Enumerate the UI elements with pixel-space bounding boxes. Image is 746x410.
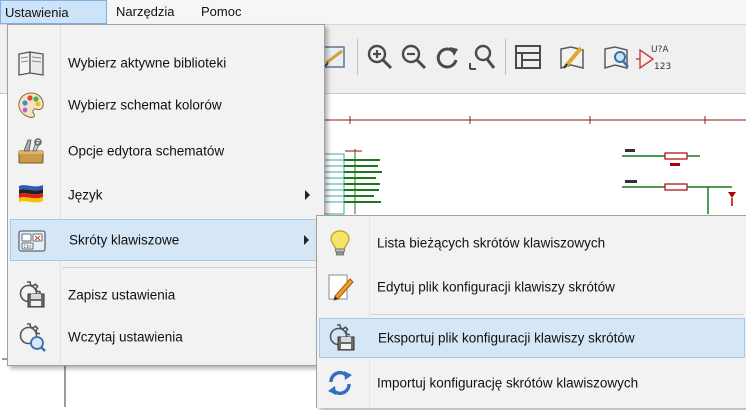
zoom-fit-icon[interactable] (466, 41, 498, 73)
menu-separator (371, 314, 743, 315)
annotate-num-label: 123 (654, 62, 671, 72)
menu-item-save-settings[interactable]: Zapisz ustawienia (10, 275, 322, 315)
import-config-icon (328, 371, 352, 395)
toolbar-separator (357, 39, 358, 75)
annotate-icon[interactable]: U?A 123 (636, 41, 676, 73)
redraw-icon[interactable] (432, 41, 464, 73)
annotate-ref-label: U?A (651, 45, 669, 55)
export-config-icon (329, 324, 355, 351)
zoom-in-icon[interactable] (364, 41, 396, 73)
submenu-arrow-icon (304, 235, 309, 245)
svg-text:Ctrl: Ctrl (24, 244, 32, 250)
menu-item-language[interactable]: Język (10, 175, 322, 215)
lightbulb-icon (330, 230, 350, 256)
menu-item-label: Wybierz aktywne biblioteki (68, 55, 227, 71)
load-settings-icon (19, 323, 46, 352)
zoom-out-icon[interactable] (398, 41, 430, 73)
menu-item-label: Eksportuj plik konfiguracji klawiszy skr… (378, 330, 635, 346)
language-flag-icon (19, 185, 43, 203)
menubar: Ustawienia Narzędzia Pomoc (0, 0, 746, 25)
schematic-chip (321, 149, 382, 215)
menu-item-label: Język (68, 187, 103, 203)
hotkeys-submenu: Lista bieżących skrótów klawiszowych Edy… (316, 215, 746, 408)
menu-item-import-hotkeys-config[interactable]: Importuj konfigurację skrótów klawiszowy… (319, 362, 745, 404)
menu-item-list-hotkeys[interactable]: Lista bieżących skrótów klawiszowych (319, 222, 745, 264)
menu-tools[interactable]: Narzędzia (110, 0, 181, 24)
menu-item-label: Edytuj plik konfiguracji klawiszy skrótó… (377, 279, 615, 295)
hotkeys-icon: Ctrl (18, 230, 46, 252)
menu-item-color-scheme[interactable]: Wybierz schemat kolorów (10, 85, 322, 125)
library-book-icon (18, 51, 44, 76)
menu-item-load-settings[interactable]: Wczytaj ustawienia (10, 317, 322, 357)
editor-options-icon (18, 138, 44, 164)
menu-item-label: Skróty klawiszowe (69, 232, 180, 248)
menu-item-editor-options[interactable]: Opcje edytora schematów (10, 131, 322, 171)
menu-item-label: Wybierz schemat kolorów (68, 97, 222, 113)
library-browser-icon[interactable] (600, 41, 632, 73)
menu-item-edit-hotkeys-config[interactable]: Edytuj plik konfiguracji klawiszy skrótó… (319, 266, 745, 308)
menu-item-label: Lista bieżących skrótów klawiszowych (377, 235, 606, 251)
menu-item-label: Importuj konfigurację skrótów klawiszowy… (377, 375, 639, 391)
library-editor-icon[interactable] (556, 41, 588, 73)
menu-separator (62, 267, 320, 268)
save-settings-icon (19, 281, 45, 308)
settings-menu: Wybierz aktywne biblioteki Wybierz schem… (7, 24, 325, 366)
color-palette-icon (18, 92, 44, 118)
toolbar-separator (505, 39, 506, 75)
menu-settings[interactable]: Ustawienia (0, 0, 107, 24)
menu-item-label: Zapisz ustawienia (68, 287, 176, 303)
menu-help[interactable]: Pomoc (195, 0, 247, 24)
edit-pencil-icon (328, 274, 354, 301)
menu-item-export-hotkeys-config[interactable]: Eksportuj plik konfiguracji klawiszy skr… (319, 318, 745, 358)
schematic-resistors (622, 149, 736, 214)
menu-item-hotkeys[interactable]: Ctrl Skróty klawiszowe (10, 219, 322, 261)
menu-item-select-libraries[interactable]: Wybierz aktywne biblioteki (10, 43, 322, 83)
submenu-arrow-icon (305, 190, 310, 200)
menu-item-label: Opcje edytora schematów (68, 143, 225, 159)
hierarchy-navigator-icon[interactable] (512, 41, 544, 73)
menu-item-label: Wczytaj ustawienia (68, 329, 183, 345)
